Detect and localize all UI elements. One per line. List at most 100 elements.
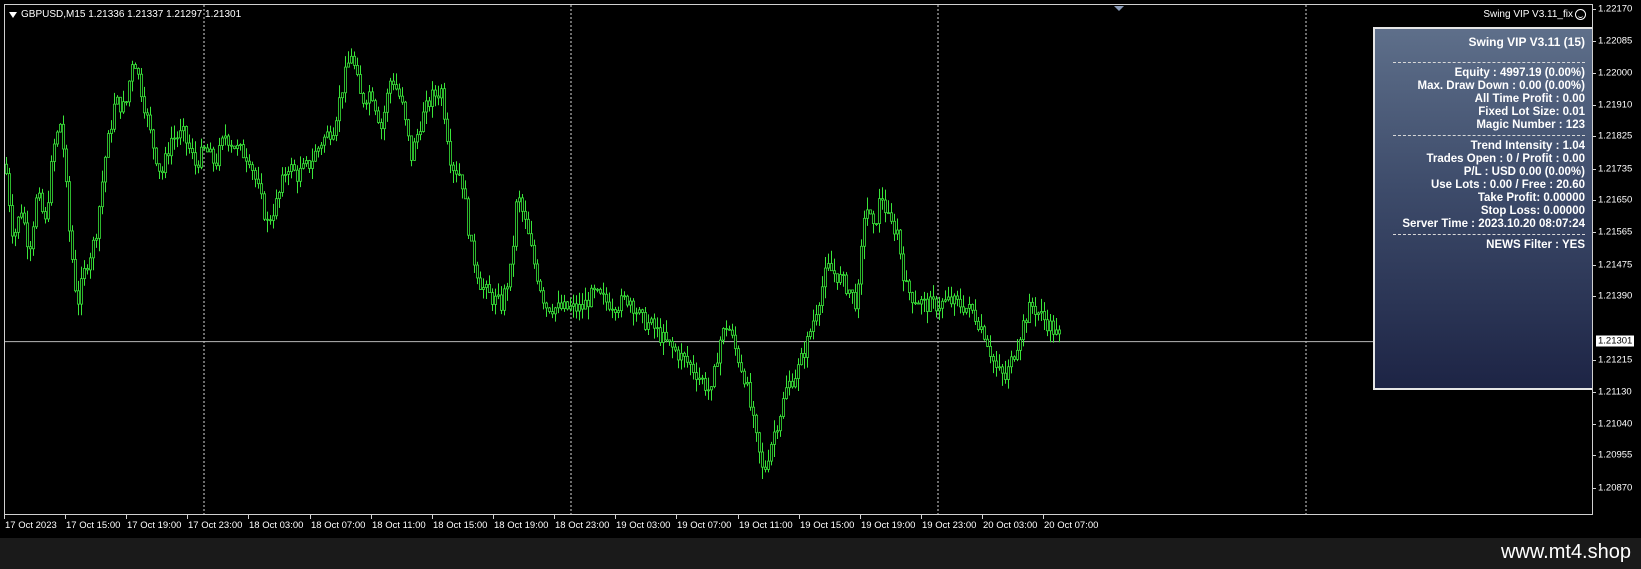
candle-body: [536, 263, 539, 282]
watermark-text: www.mt4.shop: [1500, 541, 1631, 563]
candle-body: [713, 366, 716, 388]
candle-body: [593, 287, 596, 291]
candle-body: [269, 219, 272, 222]
candle-body: [950, 296, 953, 305]
chart-window[interactable]: GBPUSD,M15 1.21336 1.21337 1.21297 1.213…: [4, 4, 1641, 538]
candle-body: [323, 136, 326, 146]
chart-plot-area[interactable]: GBPUSD,M15 1.21336 1.21337 1.21297 1.213…: [4, 4, 1593, 515]
candle-body: [626, 295, 629, 306]
price-tick: [1593, 136, 1596, 137]
all-time-profit-line: All Time Profit : 0.00: [1474, 93, 1585, 105]
candle-body: [611, 308, 614, 311]
candle-body: [233, 145, 236, 149]
candle-body: [929, 296, 932, 312]
candle-body: [203, 146, 206, 149]
candle-body: [371, 91, 374, 102]
candle-body: [527, 218, 530, 235]
panel-title: Swing VIP V3.11 (15): [1468, 35, 1586, 49]
candle-body: [884, 199, 887, 214]
candle-body: [659, 327, 662, 343]
candle-body: [143, 96, 146, 114]
candle-body: [551, 311, 554, 315]
collapse-triangle-icon[interactable]: [9, 11, 17, 18]
candle-body: [923, 298, 926, 301]
candle-body: [650, 318, 653, 324]
candle-body: [554, 307, 557, 315]
chart-shift-marker-icon[interactable]: [1114, 6, 1124, 11]
candle-body: [854, 292, 857, 310]
candle-body: [122, 101, 125, 113]
candle-body: [698, 377, 701, 380]
candle-body: [1052, 320, 1055, 335]
candle-body: [731, 329, 734, 336]
candle-body: [761, 451, 764, 468]
candle-body: [653, 318, 656, 329]
candle-body: [887, 212, 890, 215]
candle-body: [734, 334, 737, 350]
candle-body: [878, 198, 881, 224]
candle-body: [191, 148, 194, 154]
candle-body: [917, 302, 920, 305]
candle-body: [635, 312, 638, 315]
candle-body: [404, 101, 407, 121]
time-label: 19 Oct 19:00: [861, 520, 916, 531]
candle-body: [398, 88, 401, 97]
server-time-line: Server Time : 2023.10.20 08:07:24: [1402, 218, 1585, 230]
candle-body: [164, 153, 167, 174]
price-axis[interactable]: 1.22170 1.22085 1.22000 1.21910 1.21825 1.217…: [1593, 4, 1641, 515]
candle-body: [926, 298, 929, 312]
candle-body: [722, 328, 725, 341]
candle-body: [983, 326, 986, 340]
trend-intensity-line: Trend Intensity : 1.04: [1470, 140, 1585, 152]
candle-body: [23, 212, 26, 224]
candle-body: [407, 119, 410, 137]
panel-trade-group: Trend Intensity : 1.04 Trades Open : 0 /…: [1383, 140, 1585, 231]
candle-body: [236, 144, 239, 149]
candle-body: [1040, 311, 1043, 314]
time-tick: [738, 515, 739, 519]
time-label: 19 Oct 11:00: [739, 520, 793, 531]
time-label: 17 Oct 2023: [5, 520, 57, 531]
candle-body: [812, 320, 815, 332]
candle-body: [350, 55, 353, 64]
candle-body: [35, 197, 38, 228]
candle-body: [359, 74, 362, 94]
candle-body: [596, 288, 599, 291]
candle-body: [311, 160, 314, 169]
price-label: 1.20870: [1598, 482, 1633, 494]
candle-body: [107, 133, 110, 158]
candle-body: [719, 339, 722, 364]
price-tick: [1593, 424, 1596, 425]
candle-body: [395, 84, 398, 90]
price-tick: [1593, 455, 1596, 456]
candle-body: [743, 370, 746, 385]
candle-body: [104, 156, 107, 183]
price-label: 1.21650: [1598, 194, 1633, 206]
candle-body: [62, 123, 65, 150]
candle-body: [581, 304, 584, 310]
time-label: 19 Oct 07:00: [677, 520, 732, 531]
time-label: 19 Oct 03:00: [616, 520, 671, 531]
time-label: 18 Oct 23:00: [555, 520, 610, 531]
candle-body: [758, 432, 761, 453]
candle-body: [119, 96, 122, 113]
candle-body: [845, 274, 848, 294]
candle-body: [971, 304, 974, 311]
candle-body: [671, 341, 674, 348]
candle-body: [254, 170, 257, 180]
candle-body: [314, 150, 317, 162]
candle-body: [842, 274, 845, 276]
candle-body: [560, 302, 563, 310]
candle-body: [476, 264, 479, 279]
candle-body: [248, 160, 251, 166]
time-axis[interactable]: 17 Oct 2023 17 Oct 15:00 17 Oct 19:00 17 Oc…: [4, 515, 1593, 535]
price-label: 1.21565: [1598, 226, 1633, 238]
candle-body: [356, 65, 359, 75]
candle-body: [218, 145, 221, 167]
candle-body: [968, 304, 971, 309]
expert-advisor-label[interactable]: Swing VIP V3.11_fix: [1483, 9, 1586, 20]
candle-body: [515, 201, 518, 247]
candle-body: [284, 173, 287, 176]
price-tick: [1593, 73, 1596, 74]
candle-body: [275, 198, 278, 217]
